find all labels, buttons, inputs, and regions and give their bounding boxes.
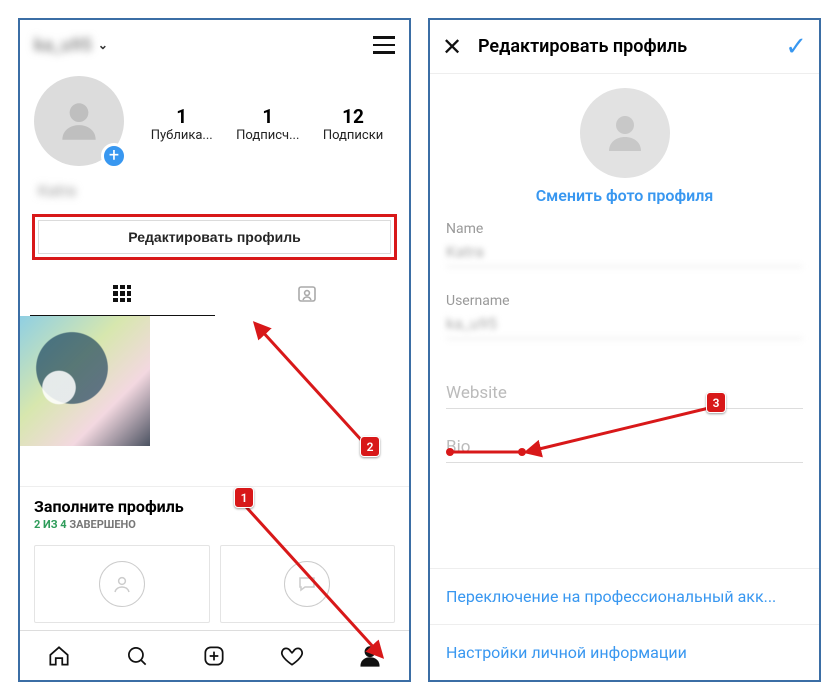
annotation-badge-1: 1 <box>234 487 254 508</box>
home-icon <box>46 643 72 669</box>
following-count: 12 <box>323 105 383 128</box>
posts-label: Публика... <box>151 128 213 143</box>
website-input[interactable] <box>446 403 803 409</box>
username-dropdown[interactable]: ka_u95 ⌄ <box>34 35 108 56</box>
avatar-outline-icon <box>99 561 145 607</box>
field-name[interactable]: Name Katra <box>430 221 819 267</box>
post-thumbnail[interactable] <box>20 316 150 446</box>
speech-outline-icon <box>284 561 330 607</box>
profile-icon <box>357 643 383 669</box>
chevron-down-icon: ⌄ <box>98 38 108 52</box>
close-icon[interactable]: ✕ <box>442 33 470 61</box>
username-value[interactable]: ka_u95 <box>446 309 803 339</box>
menu-icon[interactable] <box>373 36 395 54</box>
edit-title: Редактировать профиль <box>470 36 785 57</box>
complete-profile-title: Заполните профиль <box>34 497 395 516</box>
username-text: ka_u95 <box>34 35 92 56</box>
nav-home[interactable] <box>20 631 98 680</box>
heart-icon <box>279 643 305 669</box>
website-placeholder: Website <box>446 383 803 403</box>
switch-professional-link[interactable]: Переключение на профессиональный акк... <box>430 568 819 624</box>
edit-avatar-placeholder-icon[interactable] <box>580 88 670 178</box>
name-label: Name <box>446 221 803 237</box>
nav-search[interactable] <box>98 631 176 680</box>
plus-square-icon <box>201 643 227 669</box>
posts-count: 1 <box>151 105 213 128</box>
personal-info-link[interactable]: Настройки личной информации <box>430 624 819 680</box>
bio-placeholder: Bio <box>446 437 803 457</box>
posts-gallery <box>20 316 409 446</box>
followers-label: Подписч... <box>236 128 299 143</box>
followers-count: 1 <box>236 105 299 128</box>
complete-profile-progress: 2 ИЗ 4 ЗАВЕРШЕНО <box>34 518 395 531</box>
annotation-badge-2: 2 <box>360 436 380 457</box>
tab-grid[interactable] <box>30 272 215 316</box>
profile-row: + 1 Публика... 1 Подписч... 12 Подписки <box>20 70 409 179</box>
change-photo-link[interactable]: Сменить фото профиля <box>430 186 819 205</box>
stat-followers[interactable]: 1 Подписч... <box>236 105 299 143</box>
stat-following[interactable]: 12 Подписки <box>323 105 383 143</box>
following-label: Подписки <box>323 128 383 143</box>
confirm-icon[interactable]: ✓ <box>785 32 807 62</box>
profile-tabs <box>20 272 409 316</box>
nav-activity[interactable] <box>253 631 331 680</box>
stats-row: 1 Публика... 1 Подписч... 12 Подписки <box>139 105 395 143</box>
stat-posts[interactable]: 1 Публика... <box>151 105 213 143</box>
profile-screen: ka_u95 ⌄ + 1 Публика... 1 Подписч... 12 … <box>18 18 411 682</box>
edit-profile-button[interactable]: Редактировать профиль <box>38 220 391 254</box>
bottom-nav <box>20 630 409 680</box>
username-label: Username <box>446 293 803 309</box>
tagged-icon <box>295 282 319 306</box>
suggestion-card-bio[interactable] <box>220 545 396 623</box>
avatar-container[interactable]: + <box>34 76 129 171</box>
display-name: Katra <box>20 179 409 214</box>
bio-input[interactable] <box>446 457 803 463</box>
field-bio[interactable]: Bio <box>430 437 819 463</box>
profile-header: ka_u95 ⌄ <box>20 20 409 70</box>
field-username[interactable]: Username ka_u95 <box>430 293 819 339</box>
add-story-icon[interactable]: + <box>101 143 127 169</box>
nav-create[interactable] <box>176 631 254 680</box>
edit-profile-screen: ✕ Редактировать профиль ✓ Сменить фото п… <box>428 18 821 682</box>
suggestion-card-avatar[interactable] <box>34 545 210 623</box>
annotation-badge-3: 3 <box>706 392 726 413</box>
tab-tagged[interactable] <box>215 272 400 316</box>
complete-profile-block: Заполните профиль 2 ИЗ 4 ЗАВЕРШЕНО <box>20 486 409 633</box>
field-website[interactable]: Website <box>430 383 819 409</box>
highlight-edit-profile: Редактировать профиль <box>32 214 397 260</box>
grid-icon <box>113 285 131 303</box>
search-icon <box>124 643 150 669</box>
edit-header: ✕ Редактировать профиль ✓ <box>430 20 819 74</box>
name-value[interactable]: Katra <box>446 237 803 267</box>
nav-profile[interactable] <box>331 631 409 680</box>
